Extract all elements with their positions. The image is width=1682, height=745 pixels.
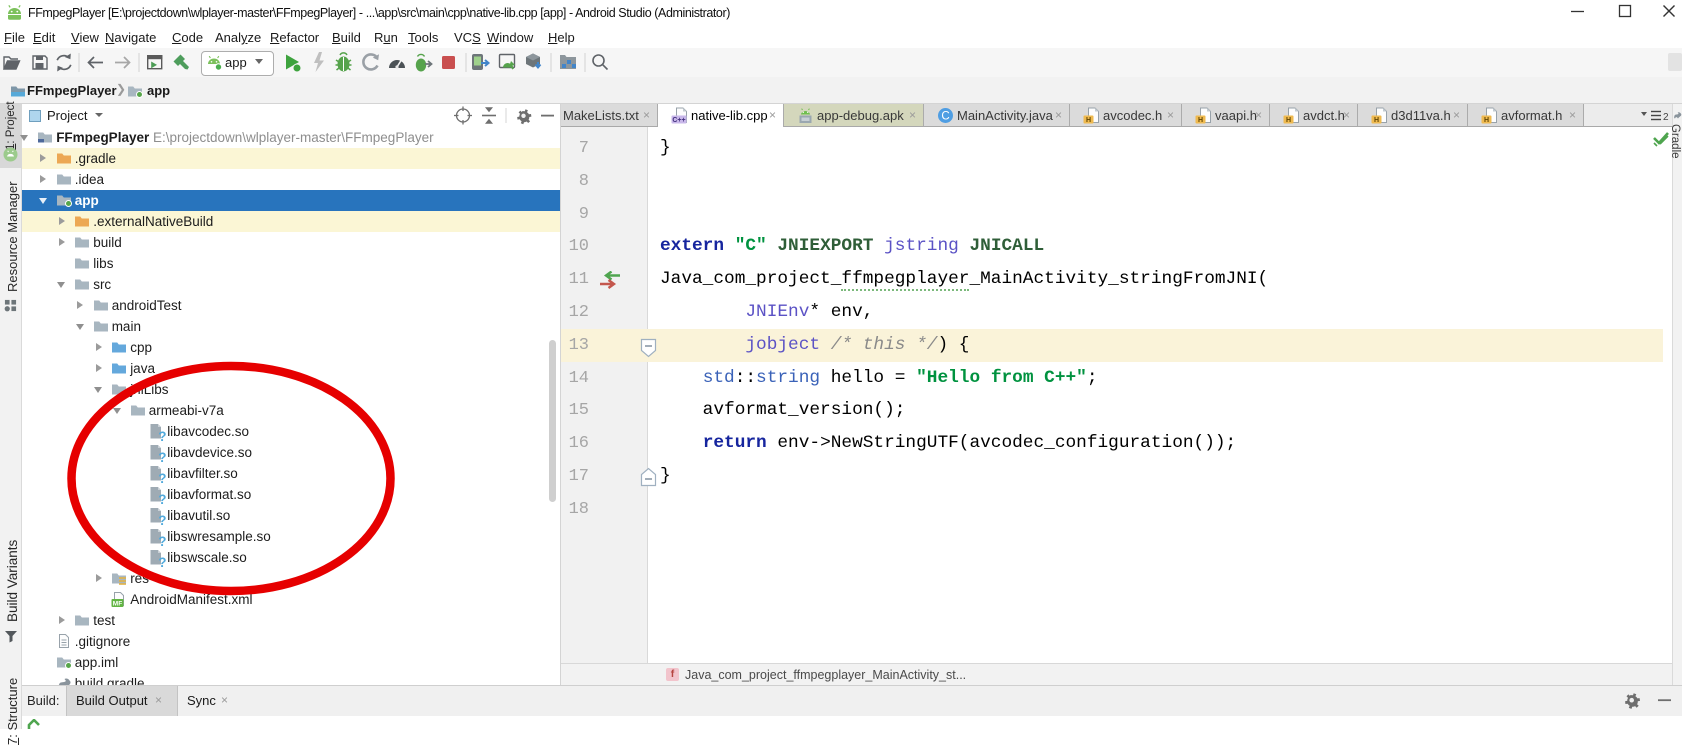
svg-text:H: H xyxy=(1484,117,1489,124)
svg-text:H: H xyxy=(1086,117,1091,124)
svg-text:H: H xyxy=(1286,117,1291,124)
svg-text:H: H xyxy=(1198,117,1203,124)
svg-text:C++: C++ xyxy=(672,117,685,124)
svg-text:2: 2 xyxy=(1663,112,1669,123)
svg-text:C: C xyxy=(941,111,949,123)
svg-text:H: H xyxy=(1374,117,1379,124)
